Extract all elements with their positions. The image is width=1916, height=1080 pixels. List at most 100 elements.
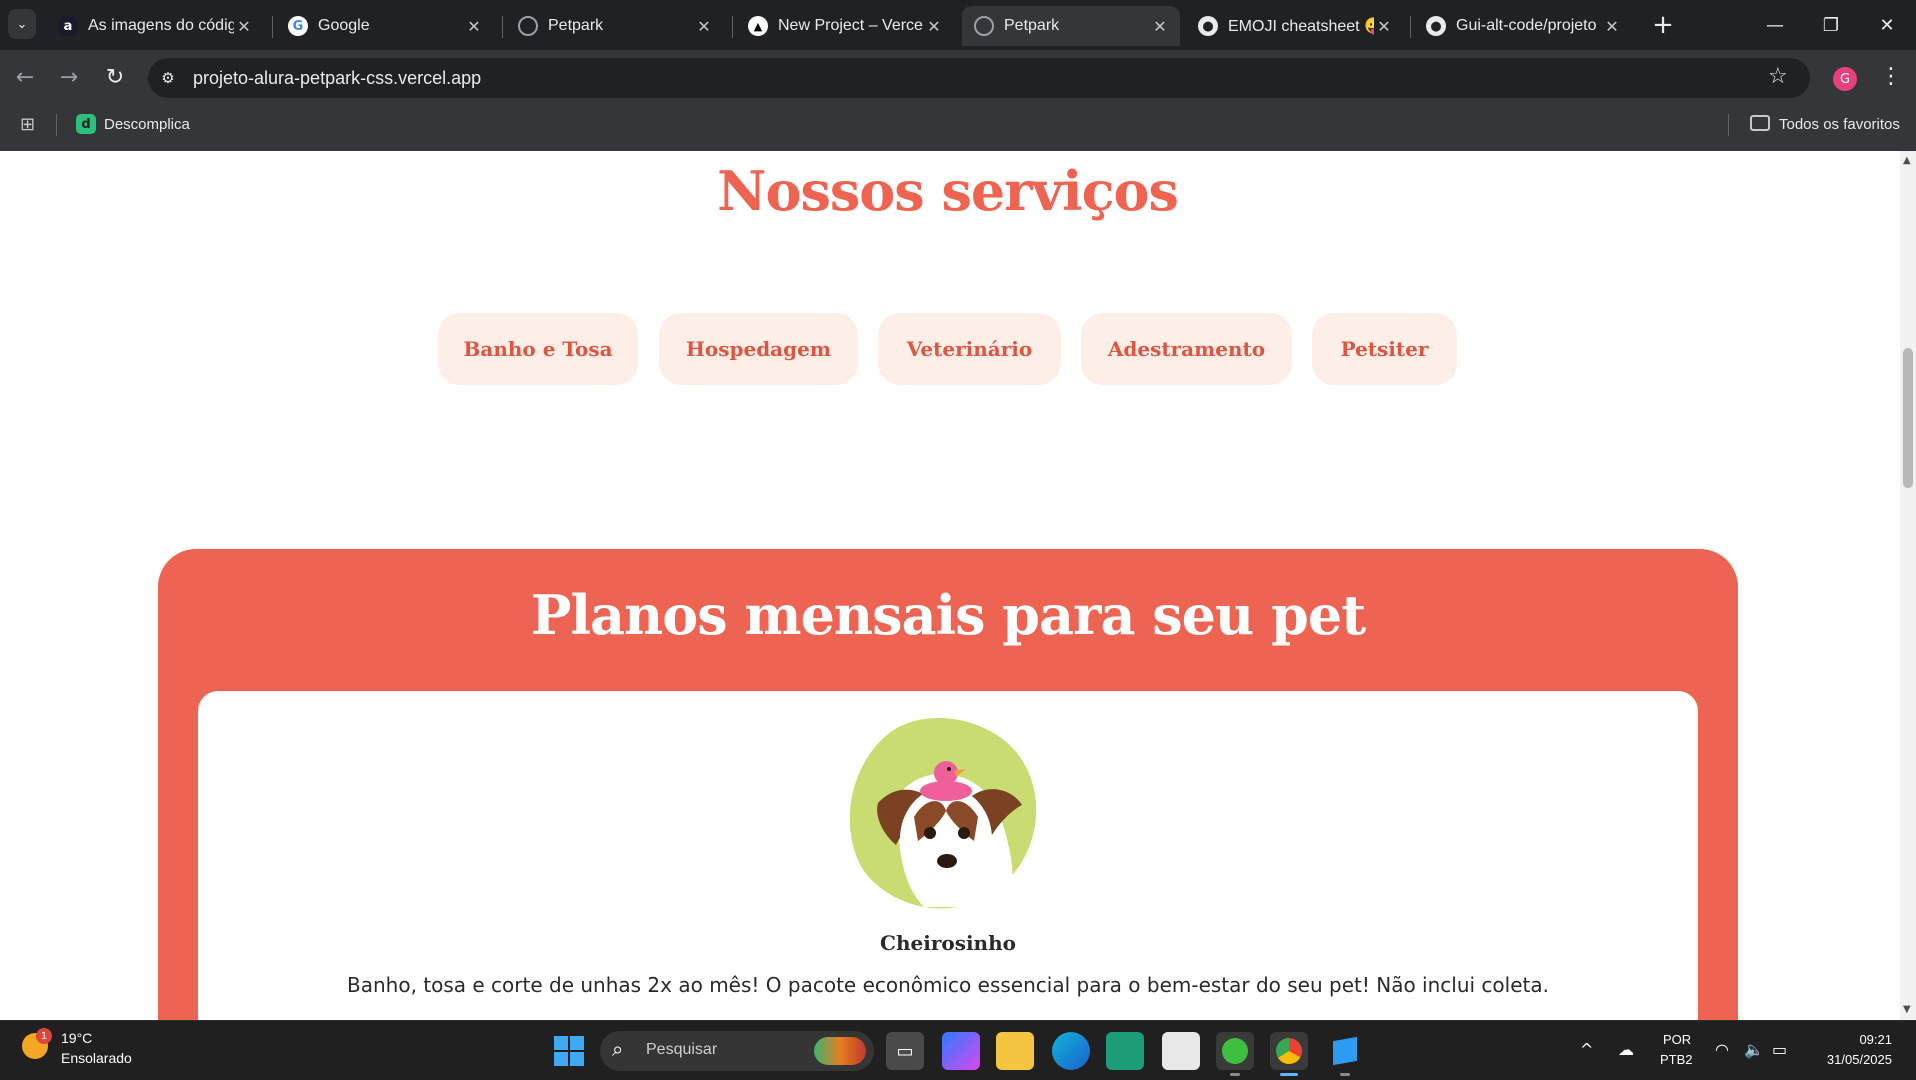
tab-title: As imagens do códig [88,17,234,34]
microsoft-store-icon[interactable] [1162,1032,1200,1070]
chrome-icon[interactable] [1270,1032,1308,1070]
copilot-icon[interactable] [942,1032,980,1070]
reload-icon: ↻ [105,64,125,90]
weather-condition[interactable]: Ensolarado [61,1050,132,1066]
close-icon: ✕ [1879,14,1895,36]
globe-icon [518,16,538,36]
github-icon: ● [1198,16,1218,36]
bookmarks-bar [0,100,1916,152]
edge-icon[interactable] [1052,1032,1090,1070]
tab-title: Petpark [548,17,604,34]
tab-5-active[interactable]: Petpark ✕ [962,6,1180,46]
profile-avatar[interactable]: G [1833,67,1857,91]
close-window-button[interactable]: ✕ [1864,6,1910,44]
tab-2[interactable]: G Google ✕ [276,6,494,46]
bookmark-star-icon[interactable]: ☆ [1768,64,1788,89]
minimize-icon: — [1766,14,1784,36]
apps-grid-icon[interactable]: ⊞ [20,116,38,134]
battery-icon[interactable]: ▭ [1772,1040,1787,1059]
taskbar-search-label[interactable]: Pesquisar [646,1041,717,1059]
close-icon[interactable]: ✕ [464,17,484,36]
url-text[interactable]: projeto-alura-petpark-css.vercel.app [193,68,481,89]
volume-icon[interactable]: 🔈 [1744,1040,1764,1059]
restore-icon: ❐ [1822,14,1840,36]
scrollbar-thumb[interactable] [1903,348,1913,488]
tab-search-button[interactable]: ⌄ [8,9,36,39]
close-icon[interactable]: ✕ [1602,17,1622,36]
task-view-icon[interactable]: ▭ [886,1032,924,1070]
clock-date[interactable]: 31/05/2025 [1814,1052,1892,1067]
plans-section: Planos mensais para seu pet Cheirosinho … [158,549,1738,1020]
bookmark-descomplica[interactable]: Descomplica [104,116,190,133]
chevron-down-icon: ⌄ [16,16,28,32]
tab-4[interactable]: ▲ New Project – Vercel ✕ [736,6,954,46]
restore-button[interactable]: ❐ [1808,6,1854,44]
close-icon[interactable]: ✕ [1150,17,1170,36]
close-icon[interactable]: ✕ [234,17,254,36]
scroll-down-arrow-icon[interactable]: ▼ [1903,1004,1911,1015]
close-icon[interactable]: ✕ [924,17,944,36]
tab-1[interactable]: a As imagens do códig ✕ [46,6,264,46]
plan-name: Cheirosinho [880,931,1016,955]
tab-title: Petpark [1004,17,1060,34]
plus-icon: + [1652,10,1674,40]
running-indicator [1230,1073,1240,1076]
descomplica-icon[interactable]: d [76,114,96,134]
service-button-hospedagem[interactable]: Hospedagem [659,313,858,385]
bookmarks-divider [56,114,57,136]
plan-card: Cheirosinho Banho, tosa e corte de unhas… [198,691,1698,1020]
tab-title: Google [318,17,370,34]
site-settings-icon[interactable]: ⚙ [158,68,178,88]
folder-icon[interactable] [1750,115,1770,131]
tab-divider [272,16,273,38]
active-app-indicator [1280,1073,1298,1076]
service-button-adestramento[interactable]: Adestramento [1081,313,1292,385]
weather-temperature[interactable]: 19°C [61,1030,92,1046]
services-title: Nossos serviços [717,159,1179,223]
back-button[interactable]: ← [8,60,42,94]
language-line1[interactable]: POR [1663,1032,1691,1047]
language-line2[interactable]: PTB2 [1660,1052,1693,1067]
menu-kebab-icon[interactable]: ⋮ [1880,64,1902,89]
dog-with-rubber-duck-image [849,718,1037,909]
reload-button[interactable]: ↻ [98,60,132,94]
github-icon: ● [1426,16,1446,36]
tab-favicon-icon: a [58,16,78,36]
search-highlight-icon [814,1037,866,1065]
weather-notification-badge: 1 [36,1028,52,1044]
scroll-up-arrow-icon[interactable]: ▲ [1903,155,1911,166]
start-windows-icon[interactable] [554,1036,584,1066]
clock-time[interactable]: 09:21 [1822,1032,1892,1047]
plan-description: Banho, tosa e corte de unhas 2x ao mês! … [347,973,1549,997]
globe-icon [974,16,994,36]
tab-divider [1410,16,1411,38]
file-explorer-icon[interactable] [996,1032,1034,1070]
close-icon[interactable]: ✕ [1374,17,1394,36]
search-icon: ⌕ [612,1037,624,1061]
service-button-banho-tosa[interactable]: Banho e Tosa [438,313,638,385]
page-viewport: Nossos serviços Banho e Tosa Hospedagem … [0,151,1900,1020]
new-tab-button[interactable]: + [1648,10,1678,40]
vscode-icon[interactable] [1326,1032,1364,1070]
all-bookmarks-link[interactable]: Todos os favoritos [1779,116,1900,133]
app-icon[interactable] [1106,1032,1144,1070]
wifi-icon[interactable]: ◠ [1715,1040,1729,1059]
close-icon[interactable]: ✕ [694,17,714,36]
show-hidden-icons-chevron-icon[interactable]: ^ [1580,1040,1593,1059]
bookmarks-divider [1728,114,1729,136]
arrow-right-icon: → [59,64,79,90]
page-scrollbar[interactable] [1900,151,1916,1020]
tab-divider [502,16,503,38]
tab-6[interactable]: ● EMOJI cheatsheet 😛 ✕ [1186,6,1404,46]
xbox-icon[interactable] [1216,1032,1254,1070]
minimize-button[interactable]: — [1752,6,1798,44]
forward-button[interactable]: → [52,60,86,94]
service-button-veterinario[interactable]: Veterinário [878,313,1061,385]
tab-title: Gui-alt-code/projeto [1456,17,1597,34]
service-button-petsiter[interactable]: Petsiter [1312,313,1457,385]
tab-7[interactable]: ● Gui-alt-code/projeto ✕ [1414,6,1632,46]
arrow-left-icon: ← [15,64,35,90]
tab-title: EMOJI cheatsheet 😛 [1228,18,1374,35]
tab-3[interactable]: Petpark ✕ [506,6,724,46]
onedrive-icon[interactable]: ☁ [1618,1040,1634,1059]
